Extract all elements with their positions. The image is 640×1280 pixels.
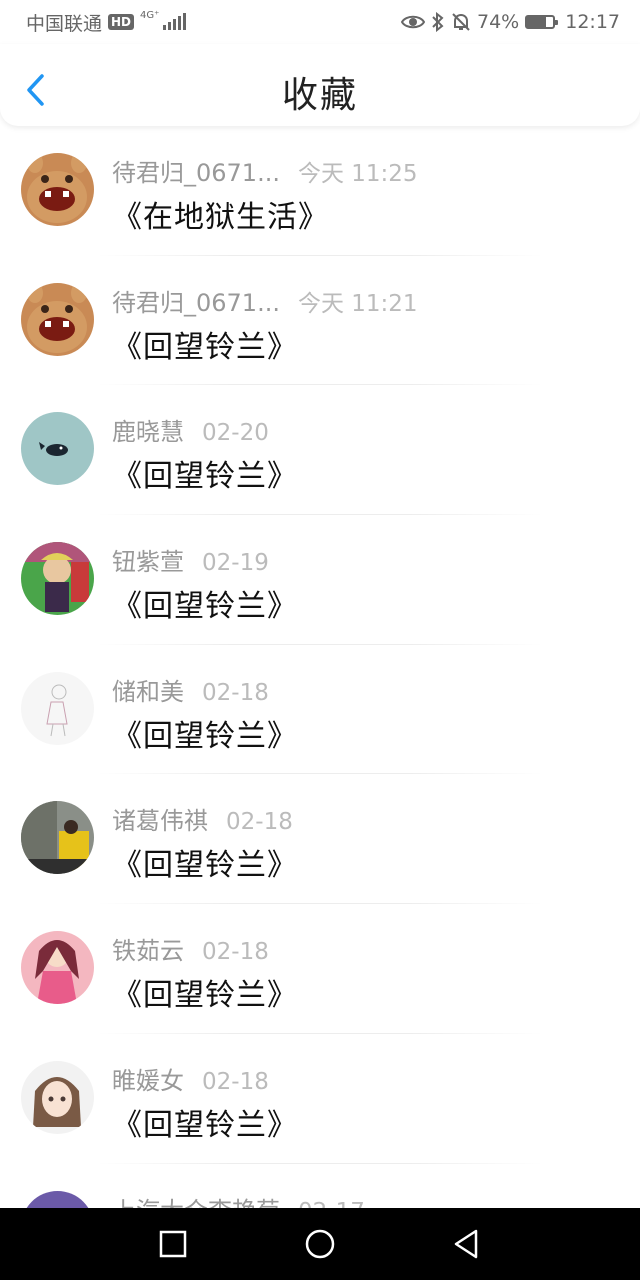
signal-icon [163, 13, 187, 30]
user-name: 上汽大众李艳菊 [112, 1191, 280, 1209]
square-icon [160, 1230, 187, 1258]
bluetooth-icon [432, 12, 444, 32]
page-title: 收藏 [281, 75, 358, 116]
favorite-item[interactable]: 诸葛伟祺 02-18 《回望铃兰》 [0, 774, 640, 905]
status-right: 74% 12:17 [401, 11, 620, 33]
system-nav-bar [0, 1208, 640, 1280]
network-type: 4G⁺ [140, 9, 160, 21]
item-meta: 待君归_0671... 今天 11:21 [112, 283, 418, 318]
avatar[interactable] [21, 931, 94, 1005]
mute-bell-icon [452, 13, 470, 31]
favorite-item[interactable]: 储和美 02-18 《回望铃兰》 [0, 645, 640, 775]
favorite-item[interactable]: 上汽大众李艳菊 02-17 [0, 1164, 640, 1209]
status-bar: 中国联通 HD 4G⁺ 74% 12:17 [0, 0, 640, 44]
work-title: 《回望铃兰》 [112, 329, 298, 365]
user-name: 待君归_0671... [112, 159, 280, 187]
nav-back-button[interactable] [447, 1224, 487, 1264]
work-title: 《回望铃兰》 [112, 1107, 298, 1143]
carrier-label: 中国联通 [26, 12, 103, 35]
user-name: 待君归_0671... [112, 288, 280, 317]
item-meta: 诸葛伟祺 02-18 [112, 801, 293, 836]
avatar[interactable] [21, 1190, 94, 1208]
user-name: 诸葛伟祺 [112, 807, 208, 836]
triangle-back-icon [454, 1229, 477, 1259]
favorite-item[interactable]: 待君归_0671... 今天 11:21 《回望铃兰》 [0, 256, 640, 386]
timestamp: 今天 11:25 [297, 161, 418, 187]
circle-icon [305, 1229, 335, 1259]
user-name: 钮紫萱 [112, 548, 184, 577]
work-title: 《回望铃兰》 [112, 459, 298, 495]
user-name: 鹿晓慧 [112, 418, 184, 447]
status-left: 中国联通 HD 4G⁺ [26, 9, 187, 36]
timestamp: 02-18 [202, 939, 269, 966]
avatar[interactable] [21, 153, 94, 226]
item-meta: 铁茹云 02-18 [112, 931, 269, 966]
work-title: 《回望铃兰》 [112, 589, 298, 625]
recent-apps-button[interactable] [153, 1224, 193, 1264]
item-meta: 储和美 02-18 [112, 672, 269, 707]
timestamp: 02-18 [226, 809, 293, 836]
item-meta: 鹿晓慧 02-20 [112, 412, 269, 447]
item-meta: 睢媛女 02-18 [112, 1061, 269, 1096]
clock: 12:17 [565, 11, 620, 33]
timestamp: 02-18 [202, 1068, 269, 1095]
item-meta: 钮紫萱 02-19 [112, 542, 269, 577]
battery-percent: 74% [477, 11, 520, 33]
home-button[interactable] [300, 1224, 340, 1264]
favorites-list: 待君归_0671... 今天 11:25 《在地狱生活》 待君归_0671... 今天 … [0, 126, 640, 1208]
user-name: 铁茹云 [112, 937, 184, 966]
avatar[interactable] [21, 1060, 94, 1134]
favorite-item[interactable]: 睢媛女 02-18 《回望铃兰》 [0, 1034, 640, 1164]
work-title: 《回望铃兰》 [112, 718, 298, 754]
timestamp: 02-19 [202, 550, 269, 577]
avatar[interactable] [21, 801, 94, 875]
work-title: 《回望铃兰》 [112, 848, 298, 884]
timestamp: 02-17 [298, 1199, 365, 1209]
favorite-item[interactable]: 待君归_0671... 今天 11:25 《在地狱生活》 [0, 126, 640, 256]
work-title: 《回望铃兰》 [112, 978, 298, 1014]
item-meta: 上汽大众李艳菊 02-17 [112, 1191, 365, 1209]
timestamp: 今天 11:21 [297, 290, 418, 317]
eye-icon [401, 15, 425, 29]
favorite-item[interactable]: 铁茹云 02-18 《回望铃兰》 [0, 904, 640, 1034]
avatar[interactable] [21, 282, 94, 356]
avatar[interactable] [21, 671, 94, 745]
app-header: 收藏 [0, 44, 640, 126]
favorite-item[interactable]: 钮紫萱 02-19 《回望铃兰》 [0, 515, 640, 645]
avatar[interactable] [21, 412, 94, 486]
timestamp: 02-20 [202, 420, 269, 447]
user-name: 睢媛女 [112, 1066, 184, 1095]
avatar[interactable] [21, 542, 94, 616]
hd-badge: HD [108, 14, 135, 30]
timestamp: 02-18 [202, 679, 269, 706]
item-meta: 待君归_0671... 今天 11:25 [112, 153, 418, 188]
favorite-item[interactable]: 鹿晓慧 02-20 《回望铃兰》 [0, 385, 640, 516]
user-name: 储和美 [112, 677, 184, 706]
battery-icon [525, 15, 559, 29]
work-title: 《在地狱生活》 [112, 200, 329, 235]
